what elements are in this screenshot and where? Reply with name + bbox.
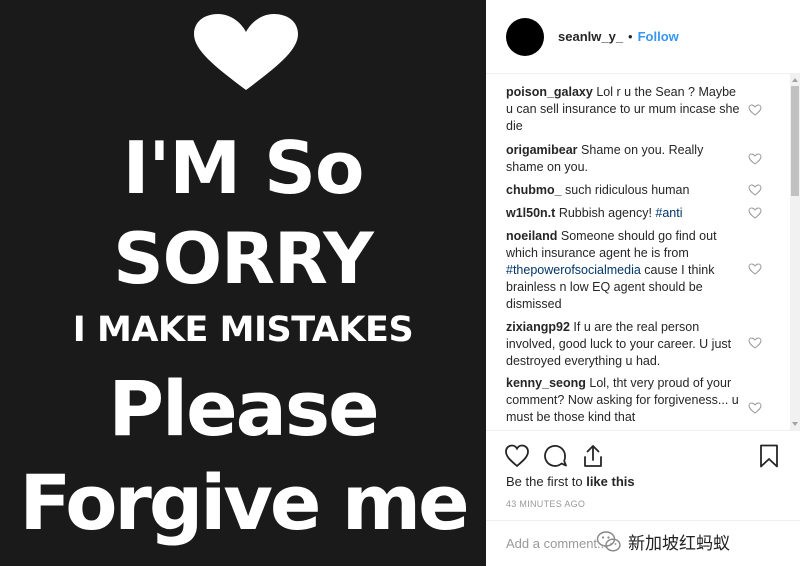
likes-prefix: Be the first to xyxy=(506,474,587,489)
scroll-up-arrow-icon[interactable] xyxy=(792,78,798,82)
heart-outline-icon[interactable] xyxy=(748,184,762,196)
comment-username[interactable]: chubmo_ xyxy=(506,183,562,197)
comment-item: poison_galaxy Lol r u the Sean ? Maybe u… xyxy=(506,84,742,135)
heart-outline-icon[interactable] xyxy=(748,104,762,116)
comment-username[interactable]: poison_galaxy xyxy=(506,85,593,99)
add-comment-box[interactable]: Add a comment... 新加坡红蚂蚁 xyxy=(486,520,800,566)
post-timestamp[interactable]: 43 MINUTES AGO xyxy=(506,499,585,509)
comment-text: such ridiculous human xyxy=(565,183,690,197)
comment-text: Rubbish agency! xyxy=(558,206,656,220)
comment-username[interactable]: noeiland xyxy=(506,229,557,243)
comment-item: chubmo_ such ridiculous human xyxy=(506,182,742,199)
add-comment-input[interactable]: Add a comment... xyxy=(506,536,608,551)
hashtag-link[interactable]: #anti xyxy=(655,206,682,220)
hashtag-link[interactable]: #thepowerofsocialmedia xyxy=(506,263,641,277)
image-text-line-2: SORRY xyxy=(113,218,374,300)
watermark-text: 新加坡红蚂蚁 xyxy=(628,534,730,554)
post-actions xyxy=(486,430,800,480)
scroll-down-arrow-icon[interactable] xyxy=(792,422,798,426)
comment-item: noeiland Someone should go find out whic… xyxy=(506,228,742,313)
post-image: I'M So SORRY I MAKE MISTAKES Please Forg… xyxy=(0,0,486,566)
share-icon[interactable] xyxy=(580,443,606,469)
heart-icon[interactable] xyxy=(504,443,530,469)
heart-outline-icon[interactable] xyxy=(748,263,762,275)
bookmark-icon[interactable] xyxy=(756,443,782,469)
avatar[interactable] xyxy=(506,17,544,56)
heart-outline-icon[interactable] xyxy=(748,207,762,219)
watermark: 新加坡红蚂蚁 xyxy=(596,529,730,554)
comment-item: origamibear Shame on you. Really shame o… xyxy=(506,142,742,176)
scrollbar-thumb[interactable] xyxy=(791,86,799,196)
comment-username[interactable]: zixiangp92 xyxy=(506,320,570,334)
post-side-panel: seanlw_y_ • Follow poison_galaxy Lol r u… xyxy=(486,0,800,566)
follow-button[interactable]: Follow xyxy=(638,29,679,44)
wechat-icon xyxy=(596,530,621,552)
image-text-line-4: Please xyxy=(108,364,379,453)
comment-username[interactable]: origamibear xyxy=(506,143,578,157)
heart-outline-icon[interactable] xyxy=(748,153,762,165)
comments-scrollbar[interactable] xyxy=(790,74,800,430)
like-this-link[interactable]: like this xyxy=(586,474,634,489)
heart-graphic xyxy=(194,14,298,90)
comment-item: zixiangp92 If u are the real person invo… xyxy=(506,319,742,370)
separator-dot: • xyxy=(628,29,633,44)
post-header: seanlw_y_ • Follow xyxy=(486,0,800,74)
comment-icon[interactable] xyxy=(542,443,568,469)
image-text-line-3: I MAKE MISTAKES xyxy=(72,310,414,350)
likes-summary: Be the first to like this xyxy=(506,474,635,489)
comments-list: poison_galaxy Lol r u the Sean ? Maybe u… xyxy=(486,74,800,430)
heart-outline-icon[interactable] xyxy=(748,402,762,414)
post-username[interactable]: seanlw_y_ xyxy=(558,29,623,44)
image-text-line-1: I'M So xyxy=(122,126,365,210)
heart-outline-icon[interactable] xyxy=(748,337,762,349)
comment-username[interactable]: w1l50n.t xyxy=(506,206,555,220)
comment-username[interactable]: kenny_seong xyxy=(506,376,586,390)
comment-item: w1l50n.t Rubbish agency! #anti xyxy=(506,205,742,222)
image-text-line-5: Forgive me xyxy=(19,458,469,547)
comment-item: kenny_seong Lol, tht very proud of your … xyxy=(506,375,742,426)
